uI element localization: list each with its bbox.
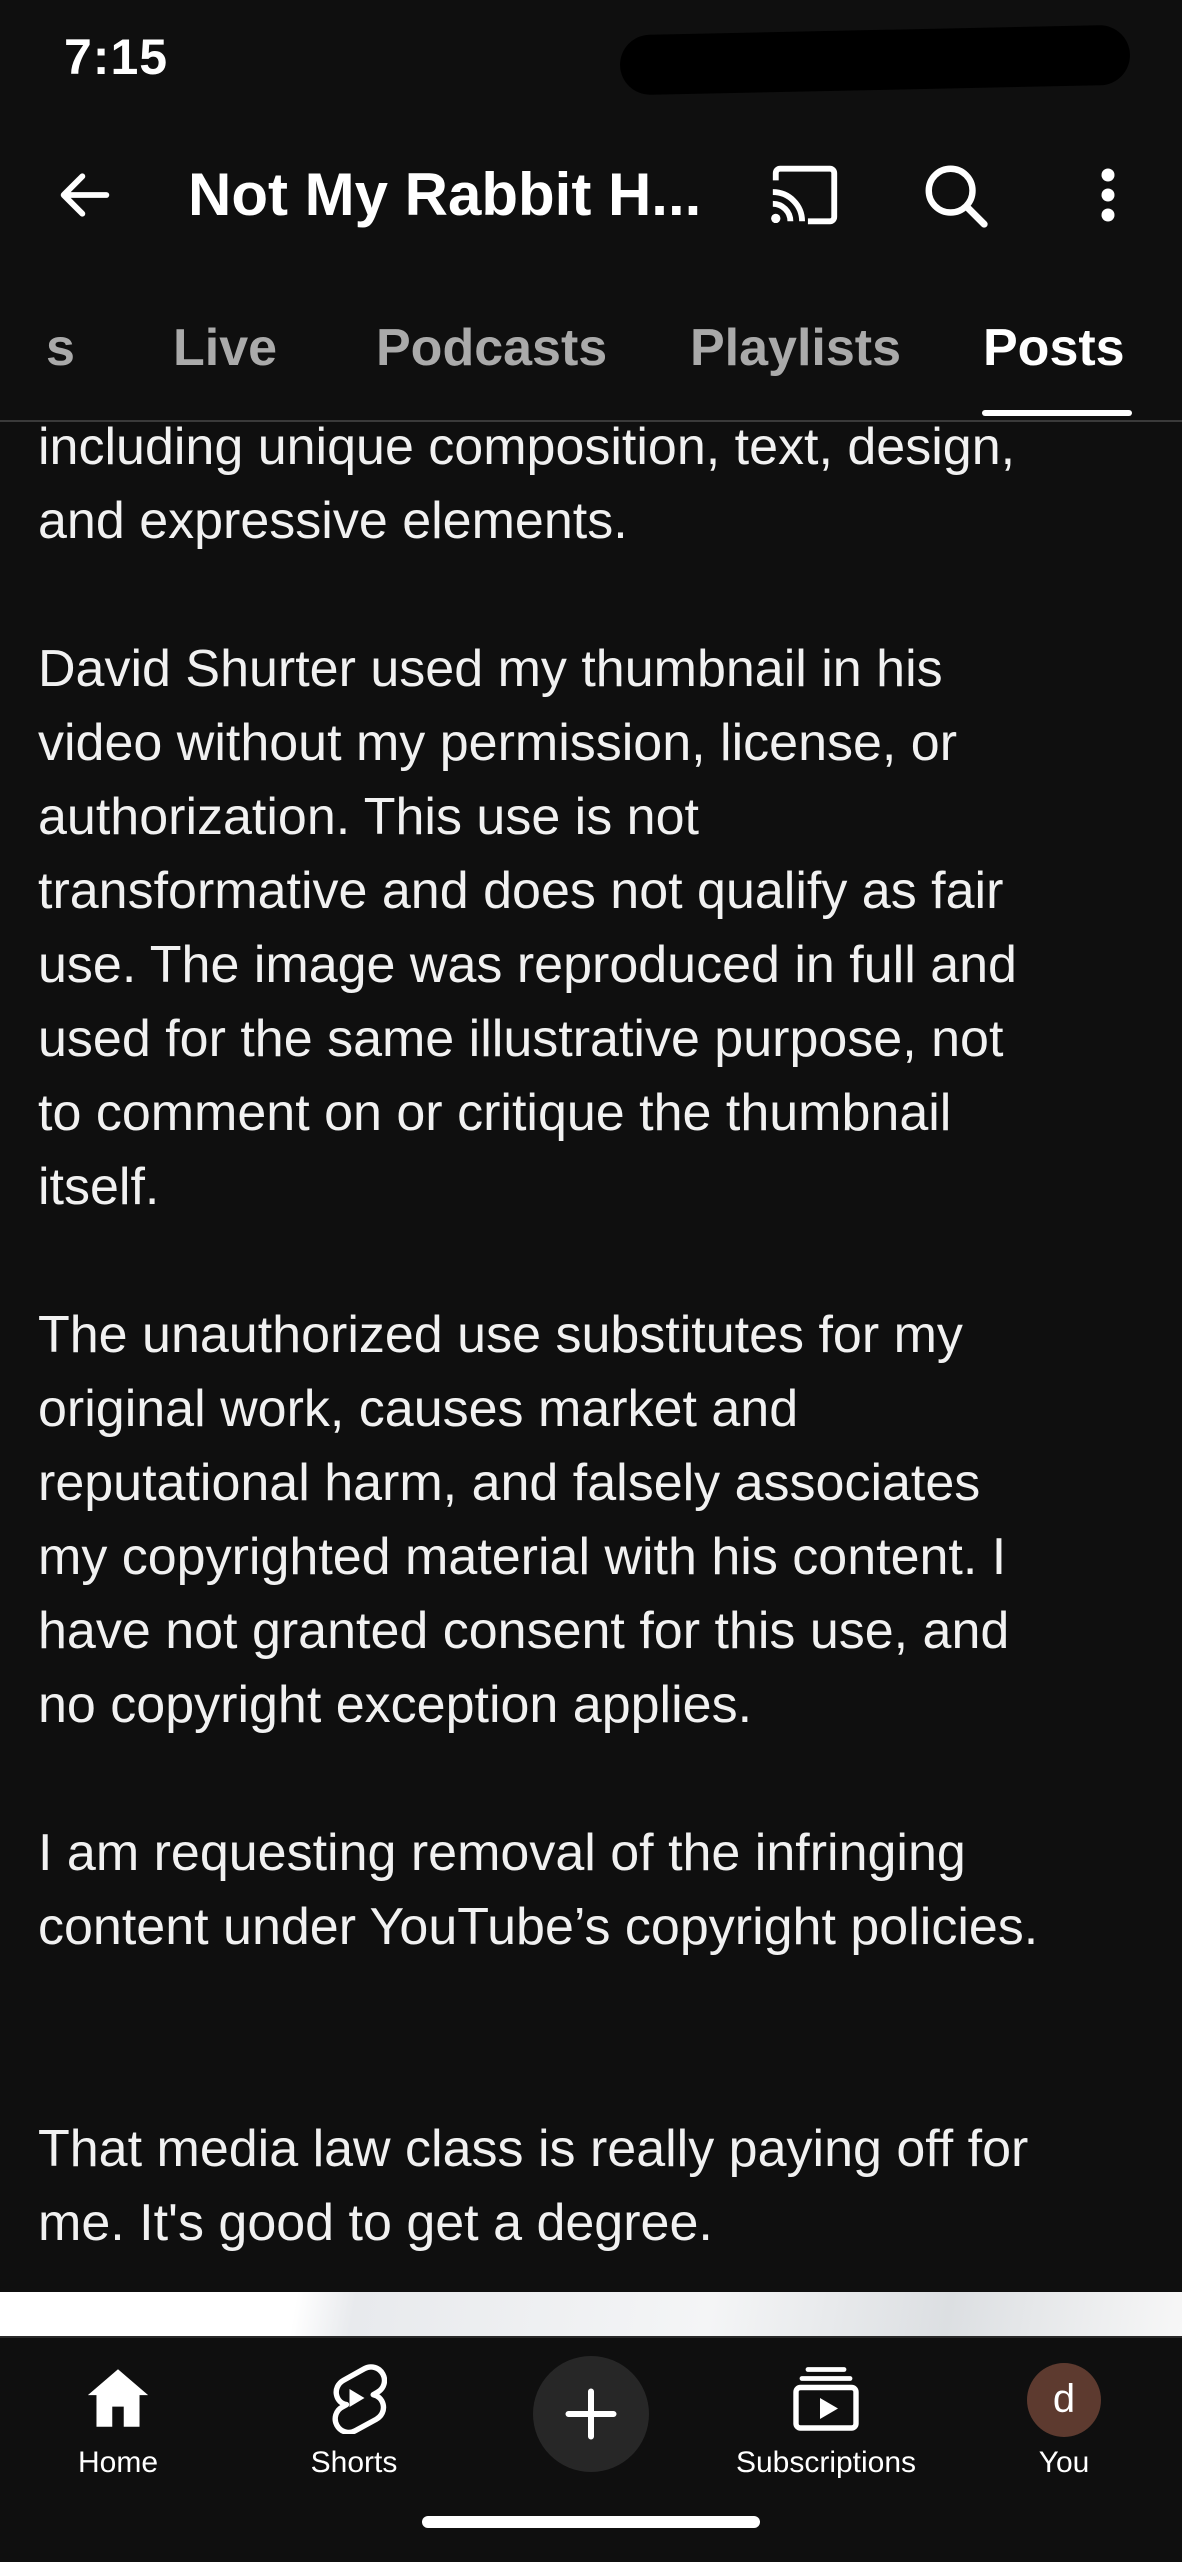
post-paragraph: including unique composition, text, desi… <box>38 418 1016 550</box>
channel-tabs: s Live Podcasts Playlists Posts <box>0 300 1182 422</box>
nav-you-label: You <box>1038 2446 1090 2479</box>
nav-home[interactable]: Home <box>8 2358 228 2480</box>
status-time: 7:15 <box>64 29 169 85</box>
post-paragraph: I am requesting removal of the infringin… <box>38 1824 1039 1956</box>
search-icon <box>925 165 988 228</box>
tab-live[interactable]: Live <box>173 318 277 378</box>
more-vert-icon <box>1101 168 1115 222</box>
post-paragraph: David Shurter used my thumbnail in his v… <box>38 640 1017 1216</box>
app-bar: Not My Rabbit H... <box>0 130 1182 260</box>
nav-shorts[interactable]: Shorts <box>244 2358 464 2480</box>
more-options-button[interactable] <box>1068 155 1148 235</box>
back-arrow-icon <box>60 173 110 217</box>
nav-subscriptions-label: Subscriptions <box>735 2446 917 2479</box>
status-bar: 7:15 <box>0 0 1182 120</box>
back-button[interactable] <box>45 155 125 235</box>
avatar-wrapper: d <box>1024 2358 1104 2438</box>
create-button[interactable] <box>533 2356 649 2472</box>
redacted-status-icons <box>619 24 1131 96</box>
cast-icon <box>771 165 838 225</box>
avatar: d <box>1027 2362 1101 2437</box>
plus-icon <box>565 2388 617 2440</box>
post-body: including unique composition, text, desi… <box>38 410 1158 2334</box>
nav-home-label: Home <box>77 2446 159 2479</box>
subscriptions-icon <box>786 2358 866 2438</box>
home-indicator[interactable] <box>422 2516 760 2528</box>
next-post-card-edge[interactable] <box>0 2292 1182 2336</box>
shorts-icon <box>314 2358 394 2438</box>
tab-playlists[interactable]: Playlists <box>690 318 901 378</box>
nav-subscriptions[interactable]: Subscriptions <box>716 2358 936 2480</box>
bottom-navigation: Home Shorts Subscriptions d You <box>0 2336 1182 2562</box>
tab-podcasts[interactable]: Podcasts <box>376 318 607 378</box>
nav-shorts-label: Shorts <box>310 2446 398 2479</box>
post-paragraph: The unauthorized use substitutes for my … <box>38 1306 1010 1734</box>
cast-button[interactable] <box>760 155 850 235</box>
search-button[interactable] <box>910 155 1000 235</box>
post-paragraph: That media law class is really paying of… <box>38 2120 1029 2252</box>
tab-partial[interactable]: s <box>46 318 75 378</box>
tab-posts[interactable]: Posts <box>983 318 1125 378</box>
home-icon <box>78 2358 158 2438</box>
channel-title: Not My Rabbit H... <box>188 161 702 228</box>
nav-you[interactable]: d You <box>954 2358 1174 2480</box>
